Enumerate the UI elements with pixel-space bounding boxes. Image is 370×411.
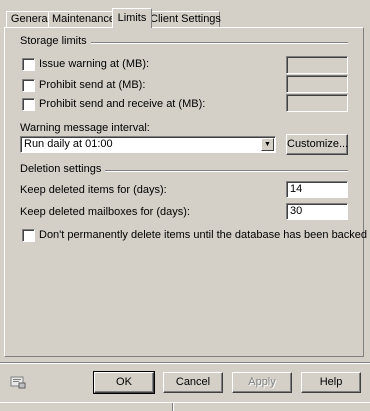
keep-items-label: Keep deleted items for (days):: [20, 184, 167, 196]
chevron-down-icon[interactable]: ▼: [261, 138, 274, 151]
warning-interval-select[interactable]: Run daily at 01:00 ▼: [20, 136, 276, 153]
backup-checkbox[interactable]: [22, 229, 35, 242]
prohibit-send-receive-label: Prohibit send and receive at (MB):: [39, 98, 206, 110]
storage-limits-title: Storage limits: [20, 35, 91, 47]
tab-label: Limits: [117, 12, 147, 24]
prohibit-send-receive-field[interactable]: [286, 94, 348, 112]
tab-label: General: [10, 13, 51, 25]
tab-maintenance[interactable]: Maintenance: [48, 11, 119, 27]
cancel-button[interactable]: Cancel: [163, 372, 223, 393]
issue-warning-field[interactable]: [286, 56, 348, 74]
issue-warning-checkbox[interactable]: [22, 58, 35, 71]
customize-label: Customize...: [287, 138, 349, 150]
keep-mailboxes-field[interactable]: 30: [286, 203, 348, 220]
warning-interval-label: Warning message interval:: [20, 122, 150, 134]
tab-limits[interactable]: Limits: [112, 8, 152, 28]
help-label: Help: [319, 376, 343, 388]
ok-label: OK: [116, 376, 132, 388]
tab-label: Maintenance: [52, 13, 115, 25]
tab-client-settings[interactable]: Client Settings: [146, 11, 221, 27]
help-button[interactable]: Help: [301, 372, 361, 393]
keep-mailboxes-label: Keep deleted mailboxes for (days):: [20, 206, 190, 218]
apply-button[interactable]: Apply: [232, 372, 292, 393]
apply-label: Apply: [248, 376, 276, 388]
issue-warning-label: Issue warning at (MB):: [39, 58, 150, 70]
prohibit-send-checkbox[interactable]: [22, 79, 35, 92]
customize-button[interactable]: Customize...: [286, 134, 348, 155]
deletion-settings-title: Deletion settings: [20, 163, 106, 175]
properties-icon: [10, 375, 26, 389]
prohibit-send-receive-checkbox[interactable]: [22, 98, 35, 111]
warning-interval-value: Run daily at 01:00: [24, 138, 113, 150]
keep-items-field[interactable]: 14: [286, 181, 348, 198]
cancel-label: Cancel: [175, 376, 211, 388]
bottom-separator: [0, 362, 370, 364]
tab-label: Client Settings: [150, 13, 221, 25]
backup-label: Don't permanently delete items until the…: [39, 229, 370, 241]
ok-button[interactable]: OK: [93, 371, 155, 394]
prohibit-send-field[interactable]: [286, 75, 348, 93]
prohibit-send-label: Prohibit send at (MB):: [39, 79, 146, 91]
